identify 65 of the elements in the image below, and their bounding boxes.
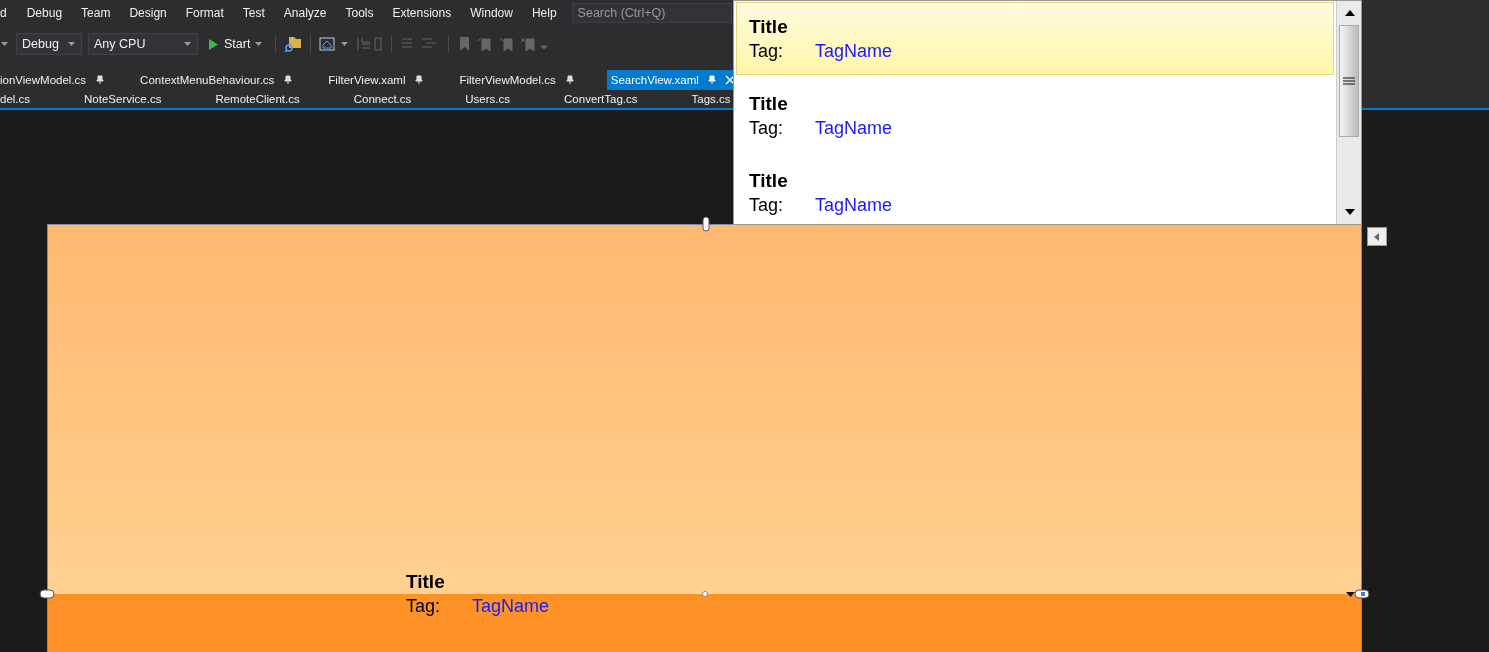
close-icon[interactable]	[724, 75, 735, 85]
pin-icon[interactable]	[96, 75, 105, 85]
anchor-handle[interactable]	[1354, 589, 1370, 599]
search-field[interactable]: Search (Ctrl+Q)	[571, 3, 732, 23]
folder-search-icon[interactable]	[284, 35, 303, 53]
menu-item[interactable]: Window	[460, 6, 522, 20]
menu-item[interactable]: Design	[119, 6, 176, 20]
start-button[interactable]: Start	[204, 37, 268, 51]
item-title: Title	[406, 570, 446, 594]
menu-item[interactable]: Test	[232, 6, 274, 20]
collapse-button[interactable]	[1367, 227, 1387, 246]
tag-value: TagName	[815, 194, 893, 217]
arrow-left-icon	[1374, 232, 1380, 241]
platform-dropdown[interactable]: Any CPU	[88, 33, 198, 55]
menu-item[interactable]: Analyze	[273, 6, 336, 20]
tag-value: TagName	[815, 117, 893, 140]
menu-item[interactable]: Extensions	[382, 6, 461, 20]
menu-item[interactable]: d	[0, 6, 17, 20]
play-icon	[208, 37, 219, 51]
document-tab[interactable]: ContextMenuBehaviour.cs	[137, 70, 296, 90]
item-title: Title	[749, 169, 789, 193]
resize-handle[interactable]	[702, 591, 708, 597]
pin-icon[interactable]	[284, 75, 293, 85]
anchor-handle[interactable]	[702, 216, 710, 232]
document-tab[interactable]: del.cs	[0, 90, 34, 108]
tag-label: Tag:	[749, 194, 785, 217]
tag-value: TagName	[472, 595, 550, 618]
caret-icon	[255, 41, 264, 47]
menu-item[interactable]: Debug	[16, 6, 72, 20]
anchor-handle[interactable]	[39, 589, 55, 599]
pin-icon[interactable]	[565, 75, 574, 85]
menu-item[interactable]: Help	[521, 6, 566, 20]
home-icon[interactable]	[319, 36, 336, 52]
document-tab[interactable]: Users.cs	[462, 90, 514, 108]
grip-icon	[1341, 76, 1357, 86]
list-item[interactable]: Title Tag: TagName	[736, 156, 1334, 224]
indent-icon	[355, 36, 384, 52]
menu-item[interactable]: Tools	[335, 6, 383, 20]
caret-icon[interactable]	[341, 41, 350, 47]
item-title: Title	[749, 15, 789, 39]
document-tab[interactable]: Connect.cs	[350, 90, 415, 108]
pin-icon[interactable]	[415, 75, 424, 85]
item-title: Title	[749, 92, 789, 116]
list-item[interactable]: Title Tag: TagName	[736, 79, 1334, 152]
document-tab[interactable]: FilterView.xaml	[325, 70, 427, 90]
document-tab[interactable]: ionViewModel.cs	[0, 70, 108, 90]
scrollbar[interactable]	[1336, 1, 1361, 224]
menu-item[interactable]: Team	[71, 6, 120, 20]
caret-icon	[184, 41, 192, 47]
document-tab[interactable]: Tags.cs	[688, 90, 734, 108]
list-item[interactable]: Title Tag: TagName	[736, 2, 1334, 75]
tag-label: Tag:	[406, 595, 442, 618]
document-tab[interactable]: FilterViewModel.cs	[456, 70, 577, 90]
menu-item[interactable]: Format	[175, 6, 233, 20]
document-tab[interactable]: RemoteClient.cs	[212, 90, 303, 108]
caret-icon	[1346, 592, 1355, 597]
document-tab[interactable]: ConvertTag.cs	[561, 90, 641, 108]
bookmark-icon	[457, 36, 548, 52]
configuration-dropdown[interactable]: Debug	[16, 33, 82, 55]
tag-value: TagName	[815, 40, 893, 63]
tag-label: Tag:	[749, 40, 785, 63]
document-tab[interactable]: NoteService.cs	[81, 90, 165, 108]
tag-label: Tag:	[749, 117, 785, 140]
caret-icon	[68, 41, 76, 47]
caret-icon[interactable]	[0, 40, 10, 48]
